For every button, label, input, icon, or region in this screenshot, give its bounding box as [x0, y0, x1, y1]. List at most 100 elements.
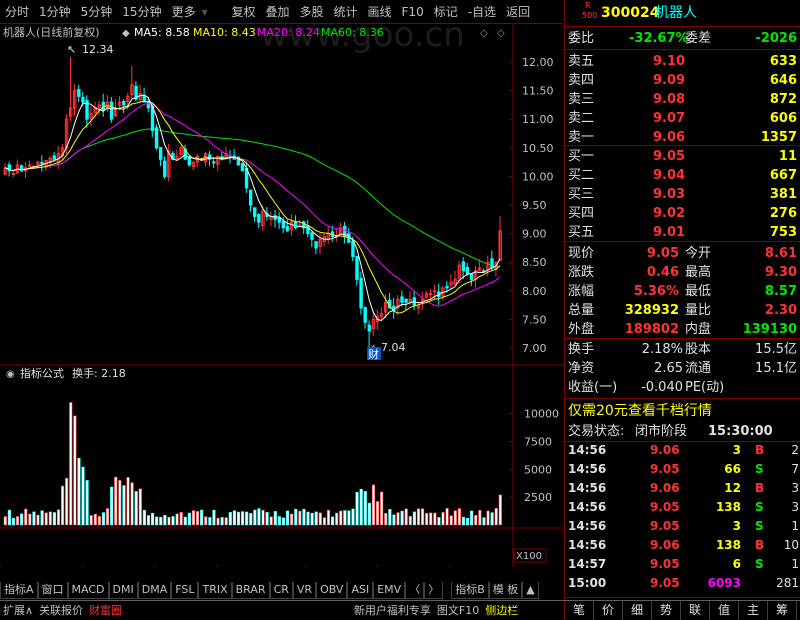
- ask-row: 卖二 9.07 606: [568, 111, 797, 126]
- f10-button[interactable]: F10: [397, 0, 429, 24]
- candle-body: [154, 127, 159, 149]
- tick-row: 14:56 9.05 66 S 7: [568, 462, 799, 476]
- detail-tab[interactable]: 笔: [565, 601, 594, 620]
- draw-line-button[interactable]: 画线: [363, 0, 397, 24]
- detail-tab[interactable]: 值: [710, 601, 739, 620]
- indicator-tab[interactable]: TRIX: [198, 582, 232, 599]
- volume-bar: [56, 509, 61, 526]
- ma-lines: [4, 94, 501, 322]
- price-tick-label: 10.00: [522, 170, 554, 183]
- indicator-tab[interactable]: ▲: [522, 582, 539, 599]
- finance-marker-label[interactable]: 财: [368, 347, 379, 361]
- volume-bar: [449, 515, 453, 526]
- mark-button[interactable]: 标记: [429, 0, 463, 24]
- indicator-tab[interactable]: DMI: [108, 582, 138, 599]
- bid-row: 买五 9.01 753: [568, 225, 797, 240]
- volume-bar: [498, 494, 502, 526]
- indicator-tab[interactable]: 指标A: [0, 582, 38, 599]
- tab-1min[interactable]: 1分钟: [34, 0, 76, 24]
- volume-bar: [93, 513, 97, 526]
- promo-row[interactable]: 仅需20元查看千档行情: [565, 400, 800, 422]
- volume-bar: [15, 516, 20, 526]
- volume-bar: [69, 402, 73, 526]
- indicator-tab[interactable]: 〈: [405, 582, 425, 599]
- candle-body: [158, 147, 163, 160]
- promo-link[interactable]: 仅需20元查看千档行情: [568, 400, 712, 422]
- high-price-label: 12.34: [82, 43, 114, 56]
- indicator-tab[interactable]: VR: [292, 582, 317, 599]
- candle-body: [404, 298, 408, 303]
- ma-toggle-icon[interactable]: ◆: [122, 28, 130, 39]
- detail-tab[interactable]: 筹: [768, 601, 797, 620]
- volume-bar: [400, 510, 404, 526]
- indicator-tab[interactable]: 指标B: [451, 582, 489, 599]
- back-button[interactable]: 返回: [501, 0, 535, 24]
- multi-stock-button[interactable]: 多股: [294, 0, 328, 24]
- volume-bar: [486, 510, 490, 526]
- detail-tab[interactable]: 主: [739, 601, 768, 620]
- zoom-icon[interactable]: ◇: [497, 28, 505, 39]
- candle-body: [77, 89, 81, 97]
- wealth-circle-button[interactable]: 财富圈: [86, 601, 125, 620]
- detail-tab[interactable]: 细: [623, 601, 652, 620]
- indicator-tab[interactable]: 模 板: [488, 582, 523, 599]
- volume-bar: [122, 485, 126, 526]
- stat-row: 涨跌 0.46 最高 9.30: [568, 265, 797, 280]
- volume-bar: [40, 510, 44, 526]
- indicator-tab[interactable]: MACD: [67, 582, 109, 599]
- stock-code: 300024: [601, 5, 660, 21]
- indicator-tab[interactable]: CR: [269, 582, 293, 599]
- price-tick-label: 9.50: [522, 199, 547, 212]
- volume-bar: [396, 512, 400, 526]
- tab-5min[interactable]: 5分钟: [76, 0, 118, 24]
- more-dropdown-icon[interactable]: ▾: [201, 0, 209, 24]
- volume-bar: [253, 509, 257, 526]
- volume-bar: [433, 512, 437, 526]
- detail-tab[interactable]: 价: [594, 601, 623, 620]
- overlay-button[interactable]: 叠加: [260, 0, 294, 24]
- volume-bar: [212, 509, 216, 526]
- indicator-tab[interactable]: ASI: [347, 582, 374, 599]
- remove-watchlist-button[interactable]: -自选: [463, 0, 501, 24]
- volume-bar: [7, 509, 11, 526]
- f10-graphic-button[interactable]: 图文F10: [434, 601, 482, 620]
- tab-more[interactable]: 更多: [167, 0, 201, 24]
- tab-15min[interactable]: 15分钟: [117, 0, 166, 24]
- volume-bar: [142, 510, 146, 526]
- indicator-tab[interactable]: FSL: [171, 582, 199, 599]
- indicator-tab[interactable]: 〉: [424, 582, 444, 599]
- stats-button[interactable]: 统计: [329, 0, 363, 24]
- candle-body: [355, 255, 359, 280]
- kline-chart[interactable]: www.goo.cn 12.0011.5011.0010.5010.009.50…: [0, 24, 563, 567]
- volume-bar: [420, 508, 425, 526]
- volume-bar: [245, 511, 249, 526]
- detail-tab[interactable]: 势: [652, 601, 681, 620]
- detail-tab[interactable]: 联: [681, 601, 710, 620]
- sidebar-button[interactable]: 侧边栏: [482, 601, 521, 620]
- fin-row: 换手 2.18% 股本 15.5亿: [568, 342, 797, 357]
- volume-bar: [3, 516, 7, 526]
- indicator-tab[interactable]: BRAR: [231, 582, 270, 599]
- candle-body: [285, 226, 290, 232]
- expand-button[interactable]: 扩展∧: [0, 601, 36, 620]
- indicator-toggle-icon[interactable]: ◉: [6, 369, 15, 380]
- candle-body: [433, 290, 437, 293]
- bid-row: 买四 9.02 276: [568, 206, 797, 221]
- price-tick-label: 11.50: [522, 85, 554, 98]
- candle-body: [187, 156, 191, 166]
- indicator-tab[interactable]: 窗口: [37, 582, 68, 599]
- diamond-icon[interactable]: ◇: [480, 28, 488, 39]
- new-user-welfare-link[interactable]: 新用户福利专享: [351, 601, 434, 620]
- indicator-tab[interactable]: OBV: [316, 582, 348, 599]
- volume-bar: [24, 508, 28, 526]
- indicator-tab[interactable]: DMA: [137, 582, 172, 599]
- volume-bar: [28, 513, 32, 526]
- candle-body: [490, 258, 494, 269]
- indicator-tab[interactable]: EMV: [373, 582, 406, 599]
- tab-fenshi[interactable]: 分时: [0, 0, 34, 24]
- candle-body: [428, 293, 433, 296]
- fuquan-button[interactable]: 复权: [226, 0, 260, 24]
- related-quotes-button[interactable]: 关联报价: [36, 601, 86, 620]
- indicator-name[interactable]: 指标公式: [20, 366, 64, 380]
- volume-bar: [478, 510, 482, 526]
